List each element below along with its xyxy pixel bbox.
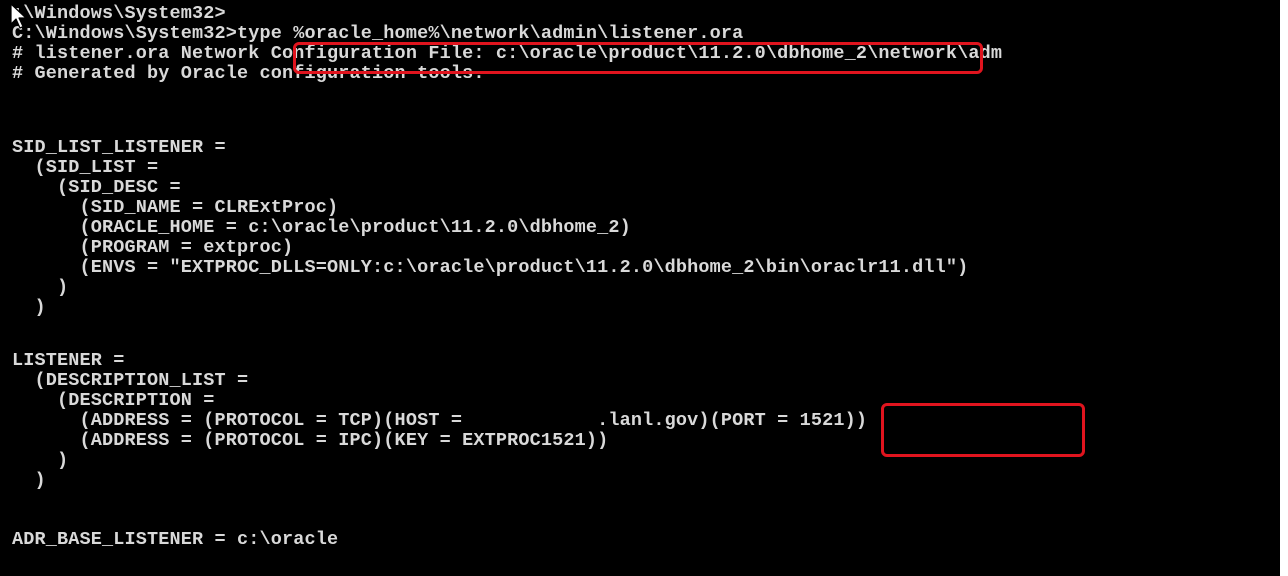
console-window[interactable]: :\Windows\System32> C:\Windows\System32>… <box>0 0 1280 576</box>
mouse-pointer-icon <box>10 3 27 29</box>
console-line: SID_LIST_LISTENER = <box>12 137 226 158</box>
console-line: (ADDRESS = (PROTOCOL = IPC)(KEY = EXTPRO… <box>12 430 609 451</box>
console-line: ADR_BASE_LISTENER = c:\oracle <box>12 529 339 550</box>
console-line: ) <box>12 470 46 491</box>
console-line: ) <box>12 450 69 471</box>
console-line: ) <box>12 277 69 298</box>
console-line: ) <box>12 297 46 318</box>
console-line: (SID_LIST = <box>12 157 159 178</box>
console-line: LISTENER = <box>12 350 125 371</box>
console-line: (DESCRIPTION_LIST = <box>12 370 249 391</box>
console-line: (ORACLE_HOME = c:\oracle\product\11.2.0\… <box>12 217 631 238</box>
console-line: (SID_DESC = <box>12 177 181 198</box>
port-highlight-box <box>881 403 1085 457</box>
console-line: (SID_NAME = CLRExtProc) <box>12 197 339 218</box>
command-highlight-box <box>293 42 983 74</box>
console-line: (PROGRAM = extproc) <box>12 237 294 258</box>
console-line: (ENVS = "EXTPROC_DLLS=ONLY:c:\oracle\pro… <box>12 257 969 278</box>
console-line: C:\Windows\System32>type %oracle_home%\n… <box>12 23 744 44</box>
console-line: (DESCRIPTION = <box>12 390 215 411</box>
console-line: (ADDRESS = (PROTOCOL = TCP)(HOST = .lanl… <box>12 410 868 431</box>
console-line: :\Windows\System32> <box>12 3 226 24</box>
